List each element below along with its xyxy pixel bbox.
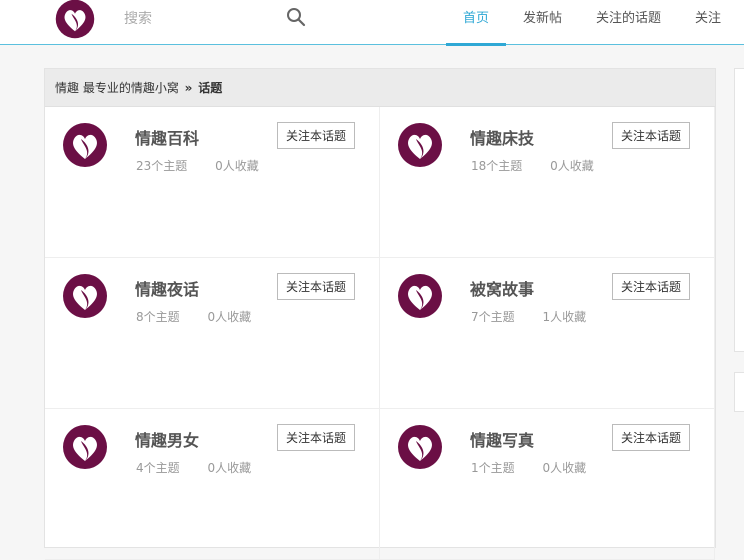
topic-post-count: 4个主题 [136, 461, 180, 475]
topic-favorite-count: 0人收藏 [207, 461, 252, 475]
topic-post-count: 18个主题 [471, 159, 523, 173]
topic-card: 被窝故事 关注本话题 7个主题 1人收藏 [380, 258, 715, 409]
topic-favorite-count: 0人收藏 [550, 159, 594, 173]
nav-home[interactable]: 首页 [446, 0, 507, 46]
topic-name[interactable]: 情趣夜话 [135, 276, 199, 300]
topic-name[interactable]: 情趣写真 [470, 427, 534, 451]
top-navbar: 首页 发新帖 关注的话题 关注 [0, 0, 744, 46]
nav-new-post[interactable]: 发新帖 [506, 0, 579, 45]
topic-post-count: 23个主题 [136, 159, 188, 173]
search-icon[interactable] [286, 7, 306, 27]
topic-card: 情趣床技 关注本话题 18个主题 0人收藏 [380, 107, 715, 258]
topic-stats: 18个主题 0人收藏 [471, 157, 594, 174]
topic-heart-icon[interactable] [61, 423, 109, 471]
topic-favorite-count: 0人收藏 [542, 461, 587, 475]
topic-favorite-count: 1人收藏 [542, 310, 587, 324]
search-input[interactable] [110, 5, 290, 33]
heart-logo-icon[interactable] [54, 0, 96, 40]
nav-followed-topics[interactable]: 关注的话题 [579, 0, 678, 45]
topic-heart-icon[interactable] [61, 272, 109, 320]
sidebar-card [734, 68, 744, 352]
topics-panel: 情趣 最专业的情趣小窝 » 话题 情趣百科 关注本话题 23个主题 0人收藏 情… [44, 68, 716, 560]
topic-stats: 23个主题 0人收藏 [136, 157, 259, 174]
nav-followed[interactable]: 关注 [678, 0, 738, 45]
topic-stats: 8个主题 0人收藏 [136, 308, 251, 325]
follow-topic-button[interactable]: 关注本话题 [612, 273, 690, 300]
topic-favorite-count: 0人收藏 [215, 159, 259, 173]
topic-heart-icon[interactable] [61, 121, 109, 169]
follow-topic-button[interactable]: 关注本话题 [612, 122, 690, 149]
breadcrumb-current: 话题 [198, 81, 223, 95]
topic-heart-icon[interactable] [396, 272, 444, 320]
topic-card: 情趣男女 关注本话题 4个主题 0人收藏 [45, 409, 380, 560]
topic-name[interactable]: 情趣百科 [135, 125, 199, 149]
topic-name[interactable]: 情趣男女 [135, 427, 199, 451]
topic-post-count: 7个主题 [471, 310, 515, 324]
follow-topic-button[interactable]: 关注本话题 [612, 424, 690, 451]
sidebar-card [734, 372, 744, 412]
topic-card: 情趣写真 关注本话题 1个主题 0人收藏 [380, 409, 715, 560]
topic-card: 情趣夜话 关注本话题 8个主题 0人收藏 [45, 258, 380, 409]
topic-stats: 1个主题 0人收藏 [471, 459, 586, 476]
follow-topic-button[interactable]: 关注本话题 [277, 424, 355, 451]
search-box [110, 0, 310, 40]
main-nav: 首页 发新帖 关注的话题 关注 [446, 0, 738, 46]
follow-topic-button[interactable]: 关注本话题 [277, 273, 355, 300]
breadcrumb-separator: » [184, 81, 193, 95]
topic-heart-icon[interactable] [396, 121, 444, 169]
topic-stats: 7个主题 1人收藏 [471, 308, 586, 325]
topic-post-count: 1个主题 [471, 461, 515, 475]
breadcrumb: 情趣 最专业的情趣小窝 » 话题 [45, 69, 715, 107]
breadcrumb-site-link[interactable]: 情趣 最专业的情趣小窝 [55, 81, 179, 95]
topic-favorite-count: 0人收藏 [207, 310, 252, 324]
topic-name[interactable]: 情趣床技 [470, 125, 534, 149]
topic-post-count: 8个主题 [136, 310, 180, 324]
follow-topic-button[interactable]: 关注本话题 [277, 122, 355, 149]
topic-name[interactable]: 被窝故事 [470, 276, 534, 300]
topic-heart-icon[interactable] [396, 423, 444, 471]
topic-stats: 4个主题 0人收藏 [136, 459, 251, 476]
topic-card: 情趣百科 关注本话题 23个主题 0人收藏 [45, 107, 380, 258]
